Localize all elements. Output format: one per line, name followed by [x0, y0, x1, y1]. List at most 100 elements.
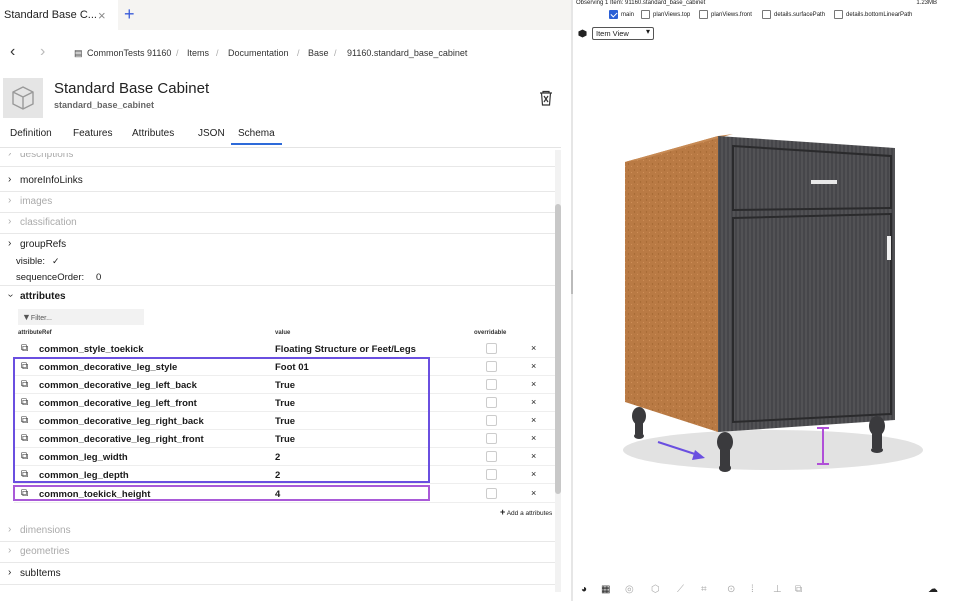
- cloud-download-icon[interactable]: ☁: [928, 584, 938, 595]
- breadcrumb-documentation[interactable]: Documentation: [228, 48, 289, 58]
- tree-node-moreinfolinks[interactable]: › moreInfoLinks: [0, 174, 558, 192]
- schema-scrollbar[interactable]: [555, 150, 561, 592]
- tree-node-geometries[interactable]: › geometries: [0, 545, 558, 563]
- forward-arrow-icon[interactable]: ›: [40, 43, 45, 61]
- tree-node-subitems[interactable]: › subItems: [0, 567, 558, 585]
- item-id: standard_base_cabinet: [54, 100, 155, 110]
- cube-icon: [12, 86, 34, 110]
- attribute-row: ⧉ common_style_toekick Floating Structur…: [14, 340, 555, 358]
- view-mode-select[interactable]: Item View ▾: [592, 27, 654, 40]
- layer-toggle-planviews-front[interactable]: planViews.front: [699, 10, 752, 19]
- overridable-checkbox[interactable]: [486, 488, 497, 499]
- chevron-right-icon: ›: [8, 153, 12, 159]
- view-mode-row: Item View ▾: [578, 27, 654, 40]
- leg-attributes-highlight: [13, 357, 430, 483]
- layer-toggle-details-surfacepath[interactable]: details.surfacePath: [762, 10, 825, 19]
- visible-checkbox[interactable]: ✓: [52, 256, 60, 267]
- brush-icon[interactable]: ⟋: [677, 584, 684, 595]
- chevron-right-icon: ›: [8, 216, 12, 227]
- visible-field: visible: ✓: [16, 256, 60, 267]
- palette-icon[interactable]: ◕: [581, 584, 587, 595]
- checkbox-icon[interactable]: [641, 10, 650, 19]
- new-tab-button[interactable]: +: [124, 4, 135, 25]
- chevron-right-icon: ›: [8, 567, 12, 578]
- tree-node-grouprefs[interactable]: › groupRefs: [0, 238, 558, 254]
- observing-status: Observing 1 Item: 91160.standard_base_ca…: [576, 0, 706, 6]
- hierarchy-icon[interactable]: ⊥: [773, 584, 782, 595]
- remove-icon[interactable]: ×: [531, 397, 536, 407]
- cabinet-model: [623, 134, 923, 472]
- overridable-checkbox[interactable]: [486, 451, 497, 462]
- dimension-icon[interactable]: ⌗: [701, 584, 707, 595]
- checkbox-checked-icon[interactable]: [609, 10, 618, 19]
- layer-toggle-planviews-top[interactable]: planViews.top: [641, 10, 690, 19]
- tree-node-descriptions[interactable]: › descriptions: [0, 153, 558, 167]
- remove-icon[interactable]: ×: [531, 343, 536, 353]
- add-attribute-button[interactable]: + Add a attributes: [500, 507, 552, 517]
- layer-toggle-details-bottomlinearpath[interactable]: details.bottomLinearPath: [834, 10, 912, 19]
- tab-features[interactable]: Features: [73, 128, 112, 139]
- box-icon[interactable]: ⬡: [651, 584, 660, 595]
- item-title: Standard Base Cabinet: [54, 80, 210, 97]
- shading-icon[interactable]: ◎: [625, 584, 634, 595]
- remove-icon[interactable]: ×: [531, 415, 536, 425]
- breadcrumb-base[interactable]: Base: [308, 48, 329, 58]
- item-thumbnail: [3, 78, 43, 118]
- tree-node-attributes[interactable]: › attributes: [0, 290, 558, 304]
- back-arrow-icon[interactable]: ‹: [10, 43, 15, 61]
- checkbox-icon[interactable]: [699, 10, 708, 19]
- breadcrumb-library[interactable]: CommonTests 91160: [87, 48, 171, 58]
- chevron-right-icon: ›: [8, 195, 12, 206]
- overridable-checkbox[interactable]: [486, 361, 497, 372]
- chevron-down-icon: ▾: [645, 27, 650, 36]
- breadcrumb-separator: /: [334, 48, 337, 58]
- scrollbar-thumb[interactable]: [555, 204, 561, 494]
- 3d-viewport[interactable]: [573, 120, 953, 500]
- breadcrumb-items[interactable]: Items: [187, 48, 209, 58]
- document-tab-title: Standard Base C...: [4, 9, 97, 21]
- breadcrumb-current: 91160.standard_base_cabinet: [347, 48, 468, 58]
- remove-icon[interactable]: ×: [531, 451, 536, 461]
- delete-item-icon[interactable]: [538, 90, 554, 106]
- sequence-order-value[interactable]: 0: [96, 272, 101, 283]
- tab-definition[interactable]: Definition: [10, 128, 52, 139]
- remove-icon[interactable]: ×: [531, 469, 536, 479]
- tab-attributes[interactable]: Attributes: [132, 128, 174, 139]
- chevron-right-icon: ›: [8, 524, 12, 535]
- breadcrumb-separator: /: [176, 48, 179, 58]
- grid-icon[interactable]: ▦: [601, 584, 610, 595]
- tab-schema[interactable]: Schema: [231, 128, 282, 145]
- tree-node-images[interactable]: › images: [0, 195, 558, 213]
- overridable-checkbox[interactable]: [486, 343, 497, 354]
- tab-bar: Standard Base C... × +: [0, 0, 571, 30]
- document-tab[interactable]: Standard Base C... ×: [0, 0, 118, 30]
- column-header-overridable: overridable: [474, 330, 507, 336]
- filter-icon: ▼: [22, 312, 31, 322]
- overridable-checkbox[interactable]: [486, 433, 497, 444]
- remove-icon[interactable]: ×: [531, 361, 536, 371]
- chevron-right-icon: ›: [8, 238, 12, 249]
- overridable-checkbox[interactable]: [486, 469, 497, 480]
- dots-grid-icon[interactable]: ⁞: [751, 584, 754, 595]
- remove-icon[interactable]: ×: [531, 379, 536, 389]
- viewer-pane: Observing 1 Item: 91160.standard_base_ca…: [573, 0, 953, 601]
- checkbox-icon[interactable]: [762, 10, 771, 19]
- tree-node-classification[interactable]: › classification: [0, 216, 558, 234]
- item-editor-pane: Standard Base C... × + ‹ › ▤ CommonTests…: [0, 0, 571, 601]
- toekick-attribute-highlight: [13, 485, 430, 501]
- attribute-filter-input[interactable]: ▼Filter...: [18, 309, 144, 325]
- overridable-checkbox[interactable]: [486, 379, 497, 390]
- breadcrumb-separator: /: [297, 48, 300, 58]
- close-tab-icon[interactable]: ×: [98, 8, 106, 23]
- overridable-checkbox[interactable]: [486, 415, 497, 426]
- tree-node-dimensions[interactable]: › dimensions: [0, 524, 558, 542]
- layers-icon[interactable]: ⧉: [795, 584, 802, 595]
- remove-icon[interactable]: ×: [531, 433, 536, 443]
- external-link-icon[interactable]: ⧉: [21, 343, 28, 354]
- layer-toggle-main[interactable]: main: [609, 10, 634, 19]
- target-icon[interactable]: ⊙: [727, 584, 735, 595]
- checkbox-icon[interactable]: [834, 10, 843, 19]
- tab-json[interactable]: JSON: [198, 128, 225, 139]
- remove-icon[interactable]: ×: [531, 488, 536, 498]
- overridable-checkbox[interactable]: [486, 397, 497, 408]
